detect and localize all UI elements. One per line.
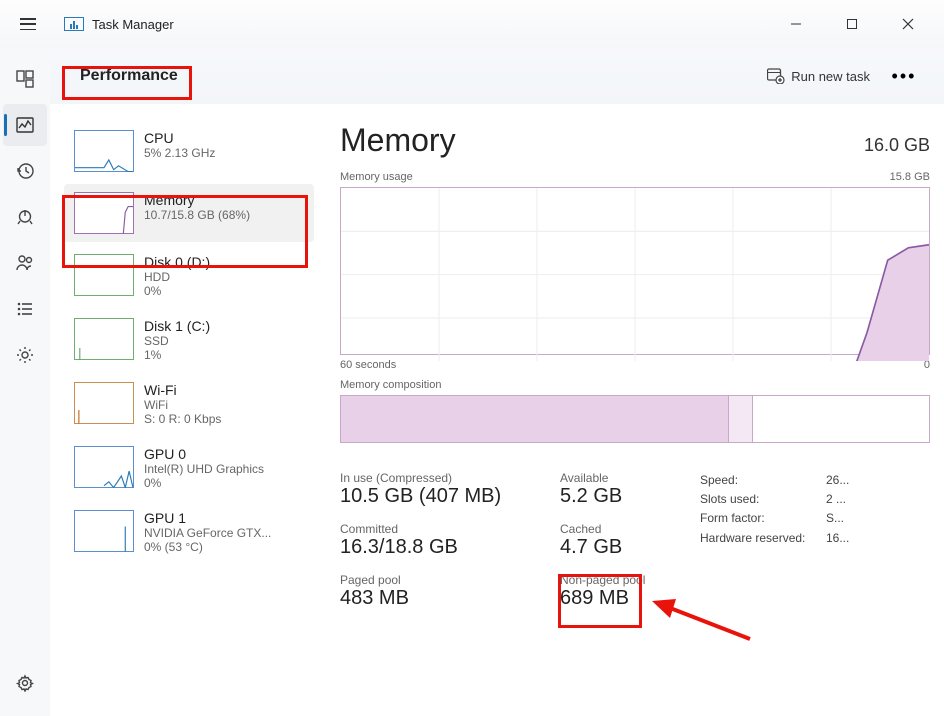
committed-label: Committed bbox=[340, 522, 540, 536]
cpu-thumbnail bbox=[74, 130, 134, 172]
hamburger-menu[interactable] bbox=[8, 4, 48, 44]
resource-item-gpu0[interactable]: GPU 0Intel(R) UHD Graphics0% bbox=[64, 438, 314, 498]
wifi-title: Wi-Fi bbox=[144, 382, 221, 398]
rail-settings[interactable] bbox=[3, 662, 47, 704]
resource-item-disk1[interactable]: Disk 1 (C:)SSD1% bbox=[64, 310, 314, 370]
form-key: Form factor: bbox=[700, 509, 818, 528]
rail-details[interactable] bbox=[3, 288, 47, 330]
maximize-button[interactable] bbox=[824, 4, 880, 44]
disk0-sub2: 0% bbox=[144, 284, 210, 298]
wifi-sub2: S: 0 R: 0 Kbps bbox=[144, 412, 221, 426]
rail-performance[interactable] bbox=[3, 104, 47, 146]
resource-list: CPU5% 2.13 GHz Memory10.7/15.8 GB (68%) … bbox=[64, 122, 314, 690]
rail-users[interactable] bbox=[3, 242, 47, 284]
memory-thumbnail bbox=[74, 192, 134, 234]
composition-label: Memory composition bbox=[340, 379, 930, 391]
resource-item-cpu[interactable]: CPU5% 2.13 GHz bbox=[64, 122, 314, 180]
paged-value: 483 MB bbox=[340, 587, 540, 610]
wifi-sub1: WiFi bbox=[144, 398, 221, 412]
gpu0-sub1: Intel(R) UHD Graphics bbox=[144, 462, 264, 476]
cached-label: Cached bbox=[560, 522, 680, 536]
resource-item-disk0[interactable]: Disk 0 (D:)HDD0% bbox=[64, 246, 314, 306]
disk1-title: Disk 1 (C:) bbox=[144, 318, 210, 334]
cached-value: 4.7 GB bbox=[560, 536, 680, 559]
close-button[interactable] bbox=[880, 4, 936, 44]
cpu-sub: 5% 2.13 GHz bbox=[144, 146, 215, 160]
paged-label: Paged pool bbox=[340, 573, 540, 587]
task-manager-icon bbox=[64, 17, 84, 31]
wifi-thumbnail bbox=[74, 382, 134, 424]
hw-key: Hardware reserved: bbox=[700, 529, 818, 548]
resource-item-wifi[interactable]: Wi-FiWiFiS: 0 R: 0 Kbps bbox=[64, 374, 314, 434]
gpu0-title: GPU 0 bbox=[144, 446, 264, 462]
gpu0-thumbnail bbox=[74, 446, 134, 488]
rail-processes[interactable] bbox=[3, 58, 47, 100]
memory-sub: 10.7/15.8 GB (68%) bbox=[144, 208, 250, 222]
resource-item-gpu1[interactable]: GPU 1NVIDIA GeForce GTX...0% (53 °C) bbox=[64, 502, 314, 562]
disk1-sub2: 1% bbox=[144, 348, 210, 362]
run-task-label: Run new task bbox=[791, 69, 870, 84]
rail-app-history[interactable] bbox=[3, 150, 47, 192]
usage-max: 15.8 GB bbox=[890, 171, 930, 183]
minimize-button[interactable] bbox=[768, 4, 824, 44]
in-use-value: 10.5 GB (407 MB) bbox=[340, 485, 540, 508]
memory-usage-chart bbox=[340, 187, 930, 355]
speed-val: 26... bbox=[826, 471, 849, 490]
hw-val: 16... bbox=[826, 529, 849, 548]
usage-label: Memory usage bbox=[340, 171, 413, 183]
memory-title: Memory bbox=[144, 192, 250, 208]
window-title: Task Manager bbox=[92, 17, 174, 32]
gpu1-sub2: 0% (53 °C) bbox=[144, 540, 271, 554]
detail-title: Memory bbox=[340, 122, 456, 159]
gpu1-thumbnail bbox=[74, 510, 134, 552]
gpu1-sub1: NVIDIA GeForce GTX... bbox=[144, 526, 271, 540]
more-options-button[interactable]: ••• bbox=[884, 58, 924, 94]
slots-key: Slots used: bbox=[700, 490, 818, 509]
run-new-task-button[interactable]: Run new task bbox=[759, 64, 878, 88]
disk0-title: Disk 0 (D:) bbox=[144, 254, 210, 270]
rail-startup-apps[interactable] bbox=[3, 196, 47, 238]
cpu-title: CPU bbox=[144, 130, 215, 146]
available-label: Available bbox=[560, 471, 680, 485]
in-use-label: In use (Compressed) bbox=[340, 471, 540, 485]
gpu0-sub2: 0% bbox=[144, 476, 264, 490]
nonpaged-label: Non-paged pool bbox=[560, 573, 680, 587]
form-val: S... bbox=[826, 509, 844, 528]
disk0-sub1: HDD bbox=[144, 270, 210, 284]
gpu1-title: GPU 1 bbox=[144, 510, 271, 526]
speed-key: Speed: bbox=[700, 471, 818, 490]
available-value: 5.2 GB bbox=[560, 485, 680, 508]
page-title: Performance bbox=[70, 63, 188, 89]
detail-capacity: 16.0 GB bbox=[864, 135, 930, 156]
run-task-icon bbox=[767, 68, 785, 84]
disk1-sub1: SSD bbox=[144, 334, 210, 348]
disk0-thumbnail bbox=[74, 254, 134, 296]
resource-item-memory[interactable]: Memory10.7/15.8 GB (68%) bbox=[64, 184, 314, 242]
rail-services[interactable] bbox=[3, 334, 47, 376]
slots-val: 2 ... bbox=[826, 490, 846, 509]
disk1-thumbnail bbox=[74, 318, 134, 360]
committed-value: 16.3/18.8 GB bbox=[340, 536, 540, 559]
memory-composition-bar bbox=[340, 395, 930, 443]
nonpaged-value: 689 MB bbox=[560, 587, 680, 610]
